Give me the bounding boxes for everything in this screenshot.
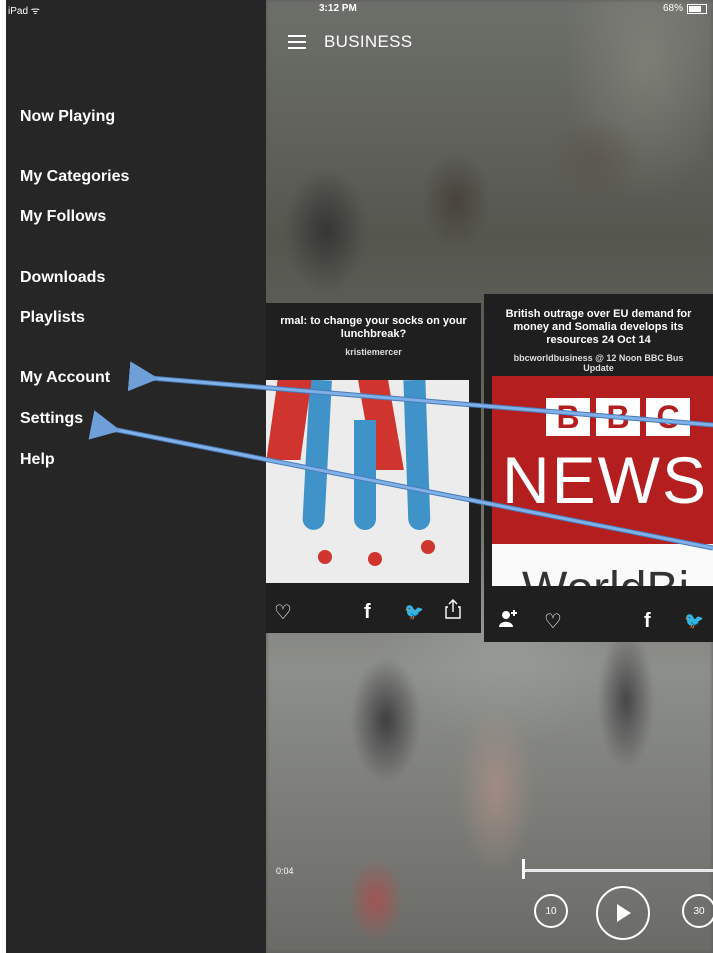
- card-title-line: rmal: to change your socks on your: [280, 315, 467, 327]
- card-source: bbcworldbusiness @ 12 Noon BBC Bus: [513, 353, 684, 363]
- bbc-letter: B: [546, 398, 590, 436]
- twitter-icon[interactable]: 🐦: [404, 602, 424, 622]
- elapsed-time: 0:04: [276, 866, 294, 876]
- progress-thumb[interactable]: [522, 859, 525, 879]
- page-title: BUSINESS: [324, 32, 413, 51]
- forward-label: 30: [693, 905, 705, 917]
- rewind-label: 10: [545, 905, 557, 917]
- card-title-line: resources 24 Oct 14: [546, 334, 651, 346]
- battery-icon: [687, 3, 707, 14]
- status-bar: iPad ᯤ 3:12 PM 68%: [6, 0, 713, 18]
- app-screen: rmal: to change your socks on your lunch…: [6, 0, 713, 953]
- top-bar: BUSINESS: [288, 32, 412, 52]
- play-button[interactable]: [596, 886, 650, 940]
- menu-item-my-categories[interactable]: My Categories: [20, 168, 129, 186]
- menu-item-help[interactable]: Help: [20, 451, 55, 469]
- card-title-line: lunchbreak?: [340, 328, 407, 340]
- menu-item-playlists[interactable]: Playlists: [20, 309, 85, 327]
- heart-icon[interactable]: ♡: [274, 600, 292, 625]
- bbc-news-image: B B C NEWS WorldBi: [492, 376, 713, 586]
- menu-item-settings[interactable]: Settings: [20, 410, 83, 428]
- battery-percent: 68%: [662, 3, 683, 14]
- play-icon: [617, 904, 631, 922]
- card-title-line: British outrage over EU demand for: [505, 308, 692, 320]
- bbc-letter: B: [596, 398, 640, 436]
- menu-item-downloads[interactable]: Downloads: [20, 269, 105, 287]
- heart-icon[interactable]: ♡: [544, 609, 562, 634]
- card-actions-bar: ♡ f 🐦: [484, 600, 713, 642]
- facebook-icon[interactable]: f: [644, 610, 651, 633]
- facebook-icon[interactable]: f: [364, 601, 371, 624]
- rewind-10-button[interactable]: 10: [534, 894, 568, 928]
- battery-status: 68%: [663, 3, 707, 14]
- menu-item-now-playing[interactable]: Now Playing: [20, 108, 115, 126]
- forward-30-button[interactable]: 30: [682, 894, 713, 928]
- card-source: Update: [583, 363, 614, 373]
- superhero-socks-image: [266, 380, 469, 583]
- follow-user-icon[interactable]: [498, 608, 520, 634]
- story-card-bbc[interactable]: British outrage over EU demand for money…: [484, 294, 713, 642]
- menu-item-my-follows[interactable]: My Follows: [20, 208, 106, 226]
- bbc-letter: C: [646, 398, 690, 436]
- card-actions-bar: ♡ f 🐦: [266, 591, 481, 633]
- share-icon[interactable]: [444, 599, 462, 625]
- status-time: 3:12 PM: [319, 3, 357, 14]
- card-author: kristiemercer: [345, 347, 402, 357]
- card-title-line: money and Somalia develops its: [513, 321, 684, 333]
- hamburger-icon[interactable]: [288, 35, 306, 49]
- story-card-socks[interactable]: rmal: to change your socks on your lunch…: [266, 303, 481, 633]
- news-word: NEWS: [502, 443, 708, 517]
- progress-track[interactable]: [524, 869, 713, 872]
- wifi-icon: ᯤ: [30, 6, 40, 17]
- device-label: iPad ᯤ: [8, 6, 40, 17]
- twitter-icon[interactable]: 🐦: [684, 611, 704, 631]
- menu-item-my-account[interactable]: My Account: [20, 369, 110, 387]
- world-business-word: WorldBi: [522, 562, 689, 586]
- side-menu: Now Playing My Categories My Follows Dow…: [6, 0, 266, 953]
